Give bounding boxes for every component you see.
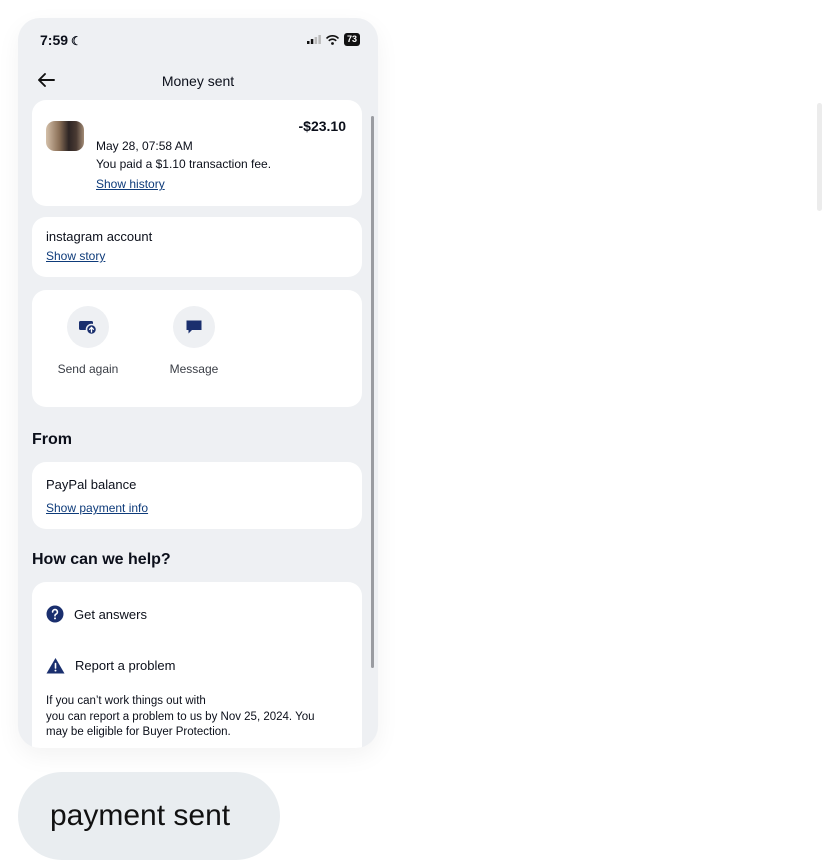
phone-screen: 7:59 ☾ 73 Money sent -$23.10 May 28, 07:… <box>18 18 378 748</box>
help-heading: How can we help? <box>32 551 171 568</box>
from-heading: From <box>32 431 72 448</box>
transaction-fee-note: You paid a $1.10 transaction fee. <box>96 157 272 171</box>
transaction-date: May 28, 07:58 AM <box>96 139 193 153</box>
send-again-icon-circle <box>67 306 109 348</box>
cellular-signal-icon <box>306 35 321 44</box>
send-again-label: Send again <box>57 362 119 376</box>
disclaimer-line: you can report a problem to us by Nov 25… <box>46 710 315 723</box>
transaction-card: -$23.10 May 28, 07:58 AM You paid a $1.1… <box>32 100 362 206</box>
moon-icon: ☾ <box>71 34 82 48</box>
note-card: instagram account Show story <box>32 217 362 277</box>
funding-source-card: PayPal balance Show payment info <box>32 462 362 529</box>
show-payment-info-link[interactable]: Show payment info <box>46 501 148 515</box>
get-answers-item[interactable]: Get answers <box>46 605 147 623</box>
caption-text: payment sent <box>50 799 231 832</box>
report-problem-item[interactable]: Report a problem <box>46 657 175 674</box>
wifi-icon <box>325 34 339 45</box>
payment-note: instagram account <box>46 229 153 244</box>
message-icon <box>186 320 202 334</box>
avatar <box>46 121 84 151</box>
message-button[interactable]: Message <box>154 306 234 376</box>
buyer-protection-note: If you can’t work things out with you ca… <box>46 694 315 741</box>
show-history-link[interactable]: Show history <box>96 177 165 191</box>
help-card: Get answers Report a problem If you can’… <box>32 582 362 748</box>
status-time-text: 7:59 <box>40 32 69 48</box>
get-answers-label: Get answers <box>74 606 147 622</box>
page-title: Money sent <box>161 73 235 89</box>
page-scrollbar[interactable] <box>817 103 822 211</box>
battery-icon: 73 <box>343 33 360 46</box>
message-label: Message <box>169 362 219 376</box>
scrollbar[interactable] <box>371 116 374 668</box>
status-bar: 7:59 ☾ 73 <box>18 18 378 62</box>
message-icon-circle <box>173 306 215 348</box>
status-indicators: 73 <box>306 33 360 46</box>
funding-source: PayPal balance <box>46 477 137 492</box>
send-again-icon <box>79 321 98 336</box>
nav-bar: Money sent <box>18 70 378 94</box>
send-again-button[interactable]: Send again <box>48 306 128 376</box>
disclaimer-line: If you can’t work things out with <box>46 695 206 707</box>
show-story-link[interactable]: Show story <box>46 249 105 263</box>
transaction-details: -$23.10 May 28, 07:58 AM You paid a $1.1… <box>32 100 362 748</box>
caption-bubble: payment sent <box>18 772 280 860</box>
status-time: 7:59 ☾ <box>40 32 82 48</box>
disclaimer-line: may be eligible for Buyer Protection. <box>46 726 231 738</box>
warning-icon <box>46 658 65 674</box>
question-icon <box>46 605 64 623</box>
actions-card: Send again Message <box>32 290 362 407</box>
transaction-amount: -$23.10 <box>298 118 346 134</box>
report-problem-label: Report a problem <box>75 658 176 673</box>
